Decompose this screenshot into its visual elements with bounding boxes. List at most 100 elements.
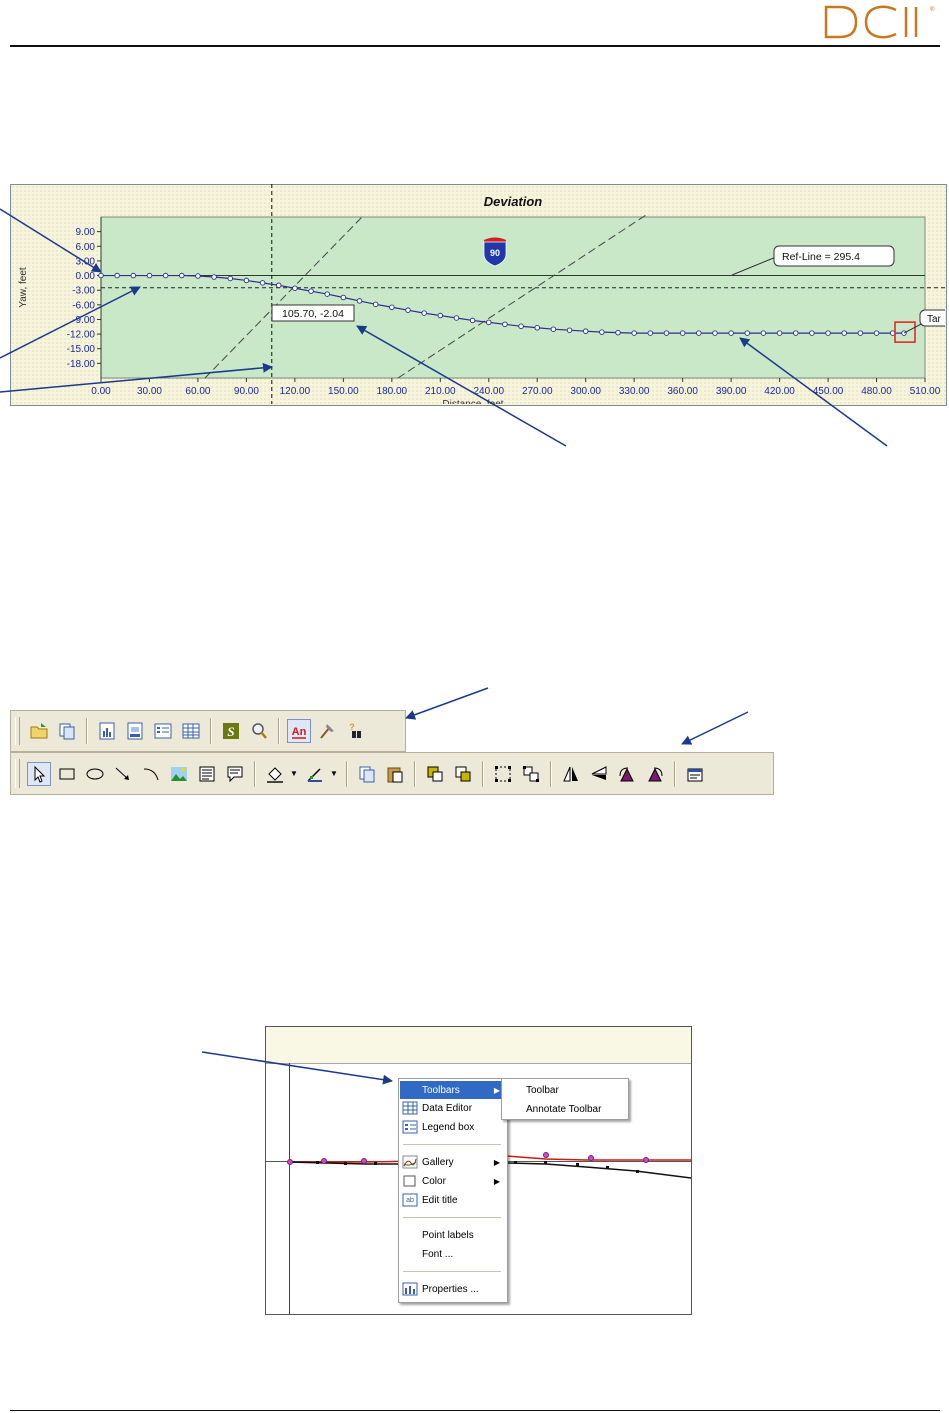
copy-icon (59, 723, 75, 740)
data-point (696, 330, 702, 336)
menu-item-font[interactable]: Font ... (400, 1245, 504, 1263)
data-point (162, 272, 169, 279)
submenu-item-toolbar[interactable]: Toolbar (526, 1081, 559, 1099)
menu-item-toolbars[interactable]: Toolbars ▶ (400, 1081, 504, 1099)
legend-button[interactable] (151, 719, 175, 743)
copy-icon (359, 766, 375, 782)
properties-button[interactable] (683, 762, 707, 786)
data-point (146, 272, 153, 279)
zoom-button[interactable] (247, 719, 271, 743)
menu-item-properties[interactable]: Properties ... (400, 1280, 504, 1298)
data-grid-button[interactable] (179, 719, 203, 743)
data-point (98, 272, 104, 279)
rotate-button[interactable] (615, 762, 639, 786)
svg-text:An: An (292, 726, 307, 738)
menu-item-color[interactable]: Color ▶ (400, 1172, 504, 1190)
line-color-button[interactable] (303, 762, 327, 786)
data-point (292, 285, 298, 291)
grid-icon (402, 1101, 418, 1115)
menu-item-data-editor[interactable]: Data Editor (400, 1099, 504, 1117)
fill-color-button[interactable] (263, 762, 287, 786)
help-find-icon: ? (349, 722, 361, 738)
y-axis-label: Yaw, feet (18, 267, 29, 308)
header-rule (10, 45, 940, 47)
x-tick-label: 120.00 (280, 386, 311, 397)
deviation-chart: Deviation 9.00 6.00 3.00 0.00 -3.00 -6.00 -9.00… (18, 184, 945, 404)
x-tick-label: 180.00 (377, 386, 408, 397)
chart-title: Deviation (484, 194, 543, 209)
icon-placeholder (402, 1247, 418, 1261)
ungroup-button[interactable] (519, 762, 543, 786)
bring-front-button[interactable] (423, 762, 447, 786)
main-toolbar: S An? (10, 710, 406, 752)
flip-h-button[interactable] (559, 762, 583, 786)
target-label: Tar (927, 314, 942, 325)
data-point (728, 330, 734, 336)
arc-button[interactable] (139, 762, 163, 786)
chart-2-button[interactable] (123, 719, 147, 743)
annotate-button[interactable]: An (287, 719, 311, 743)
flip-v-button[interactable] (587, 762, 611, 786)
toolbar-grip[interactable] (15, 759, 20, 788)
data-point (582, 328, 589, 334)
chevron-down-icon[interactable]: ▼ (329, 762, 339, 786)
send-back-button[interactable] (451, 762, 475, 786)
toolbar-separator (414, 760, 416, 787)
menu-item-point-labels[interactable]: Point labels (400, 1226, 504, 1244)
line-arrow-button[interactable] (111, 762, 135, 786)
data-point (372, 301, 379, 308)
pick-button[interactable] (315, 719, 339, 743)
x-tick-label: 300.00 (570, 386, 601, 397)
submenu-item-annotate-toolbar[interactable]: Annotate Toolbar (526, 1100, 601, 1118)
menu-item-legend-box[interactable]: Legend box (400, 1118, 504, 1136)
y-tick-label: 9.00 (76, 227, 96, 238)
select-arrow-button[interactable] (27, 761, 51, 786)
chart-1-icon (99, 722, 115, 740)
paste-button[interactable] (383, 762, 407, 786)
ellipse-button[interactable] (83, 762, 107, 786)
text-box-button[interactable] (195, 762, 219, 786)
menu-item-gallery[interactable]: Gallery ▶ (400, 1153, 504, 1171)
copy-button[interactable] (55, 719, 79, 743)
plot-area (100, 216, 926, 379)
menu-item-edit-title[interactable]: ab Edit title (400, 1191, 504, 1209)
copy-button[interactable] (355, 762, 379, 786)
menu-item-label: Edit title (422, 1194, 458, 1206)
legend-icon (402, 1120, 418, 1134)
callout-button[interactable] (223, 762, 247, 786)
data-point (486, 319, 492, 326)
data-point (760, 330, 767, 336)
data-point (776, 330, 783, 336)
svg-text:?: ? (349, 722, 355, 732)
data-grid-icon (182, 723, 200, 739)
title-icon: ab (402, 1193, 418, 1207)
chart-2-icon (127, 722, 143, 740)
data-point (114, 272, 120, 279)
y-tick-label: -18.00 (67, 359, 96, 370)
sign-label: 90 (490, 248, 500, 258)
rotate-2-button[interactable] (643, 762, 667, 786)
data-point (130, 272, 137, 279)
rectangle-button[interactable] (55, 762, 79, 786)
select-arrow-icon (34, 765, 46, 783)
help-find-button[interactable]: ? (343, 719, 367, 743)
chevron-down-icon[interactable]: ▼ (289, 762, 299, 786)
pick-icon (320, 724, 334, 739)
color-swatch-icon (402, 1174, 418, 1188)
toolbar-grip[interactable] (15, 717, 20, 745)
data-point (324, 291, 330, 297)
data-point (275, 282, 282, 289)
toolbar-separator (482, 760, 484, 787)
y-tick-label: 3.00 (76, 256, 96, 267)
chart-1-button[interactable] (95, 719, 119, 743)
s-tool-button[interactable]: S (219, 719, 243, 743)
open-folder-button[interactable] (27, 719, 51, 743)
toolbars-submenu: Toolbar Annotate Toolbar (501, 1078, 629, 1120)
svg-text:®: ® (930, 6, 935, 13)
group-button[interactable] (491, 762, 515, 786)
data-point (615, 329, 621, 336)
y-tick-label: 6.00 (76, 242, 96, 253)
icon-placeholder (402, 1228, 418, 1242)
picture-button[interactable] (167, 762, 191, 786)
data-point (340, 294, 347, 301)
